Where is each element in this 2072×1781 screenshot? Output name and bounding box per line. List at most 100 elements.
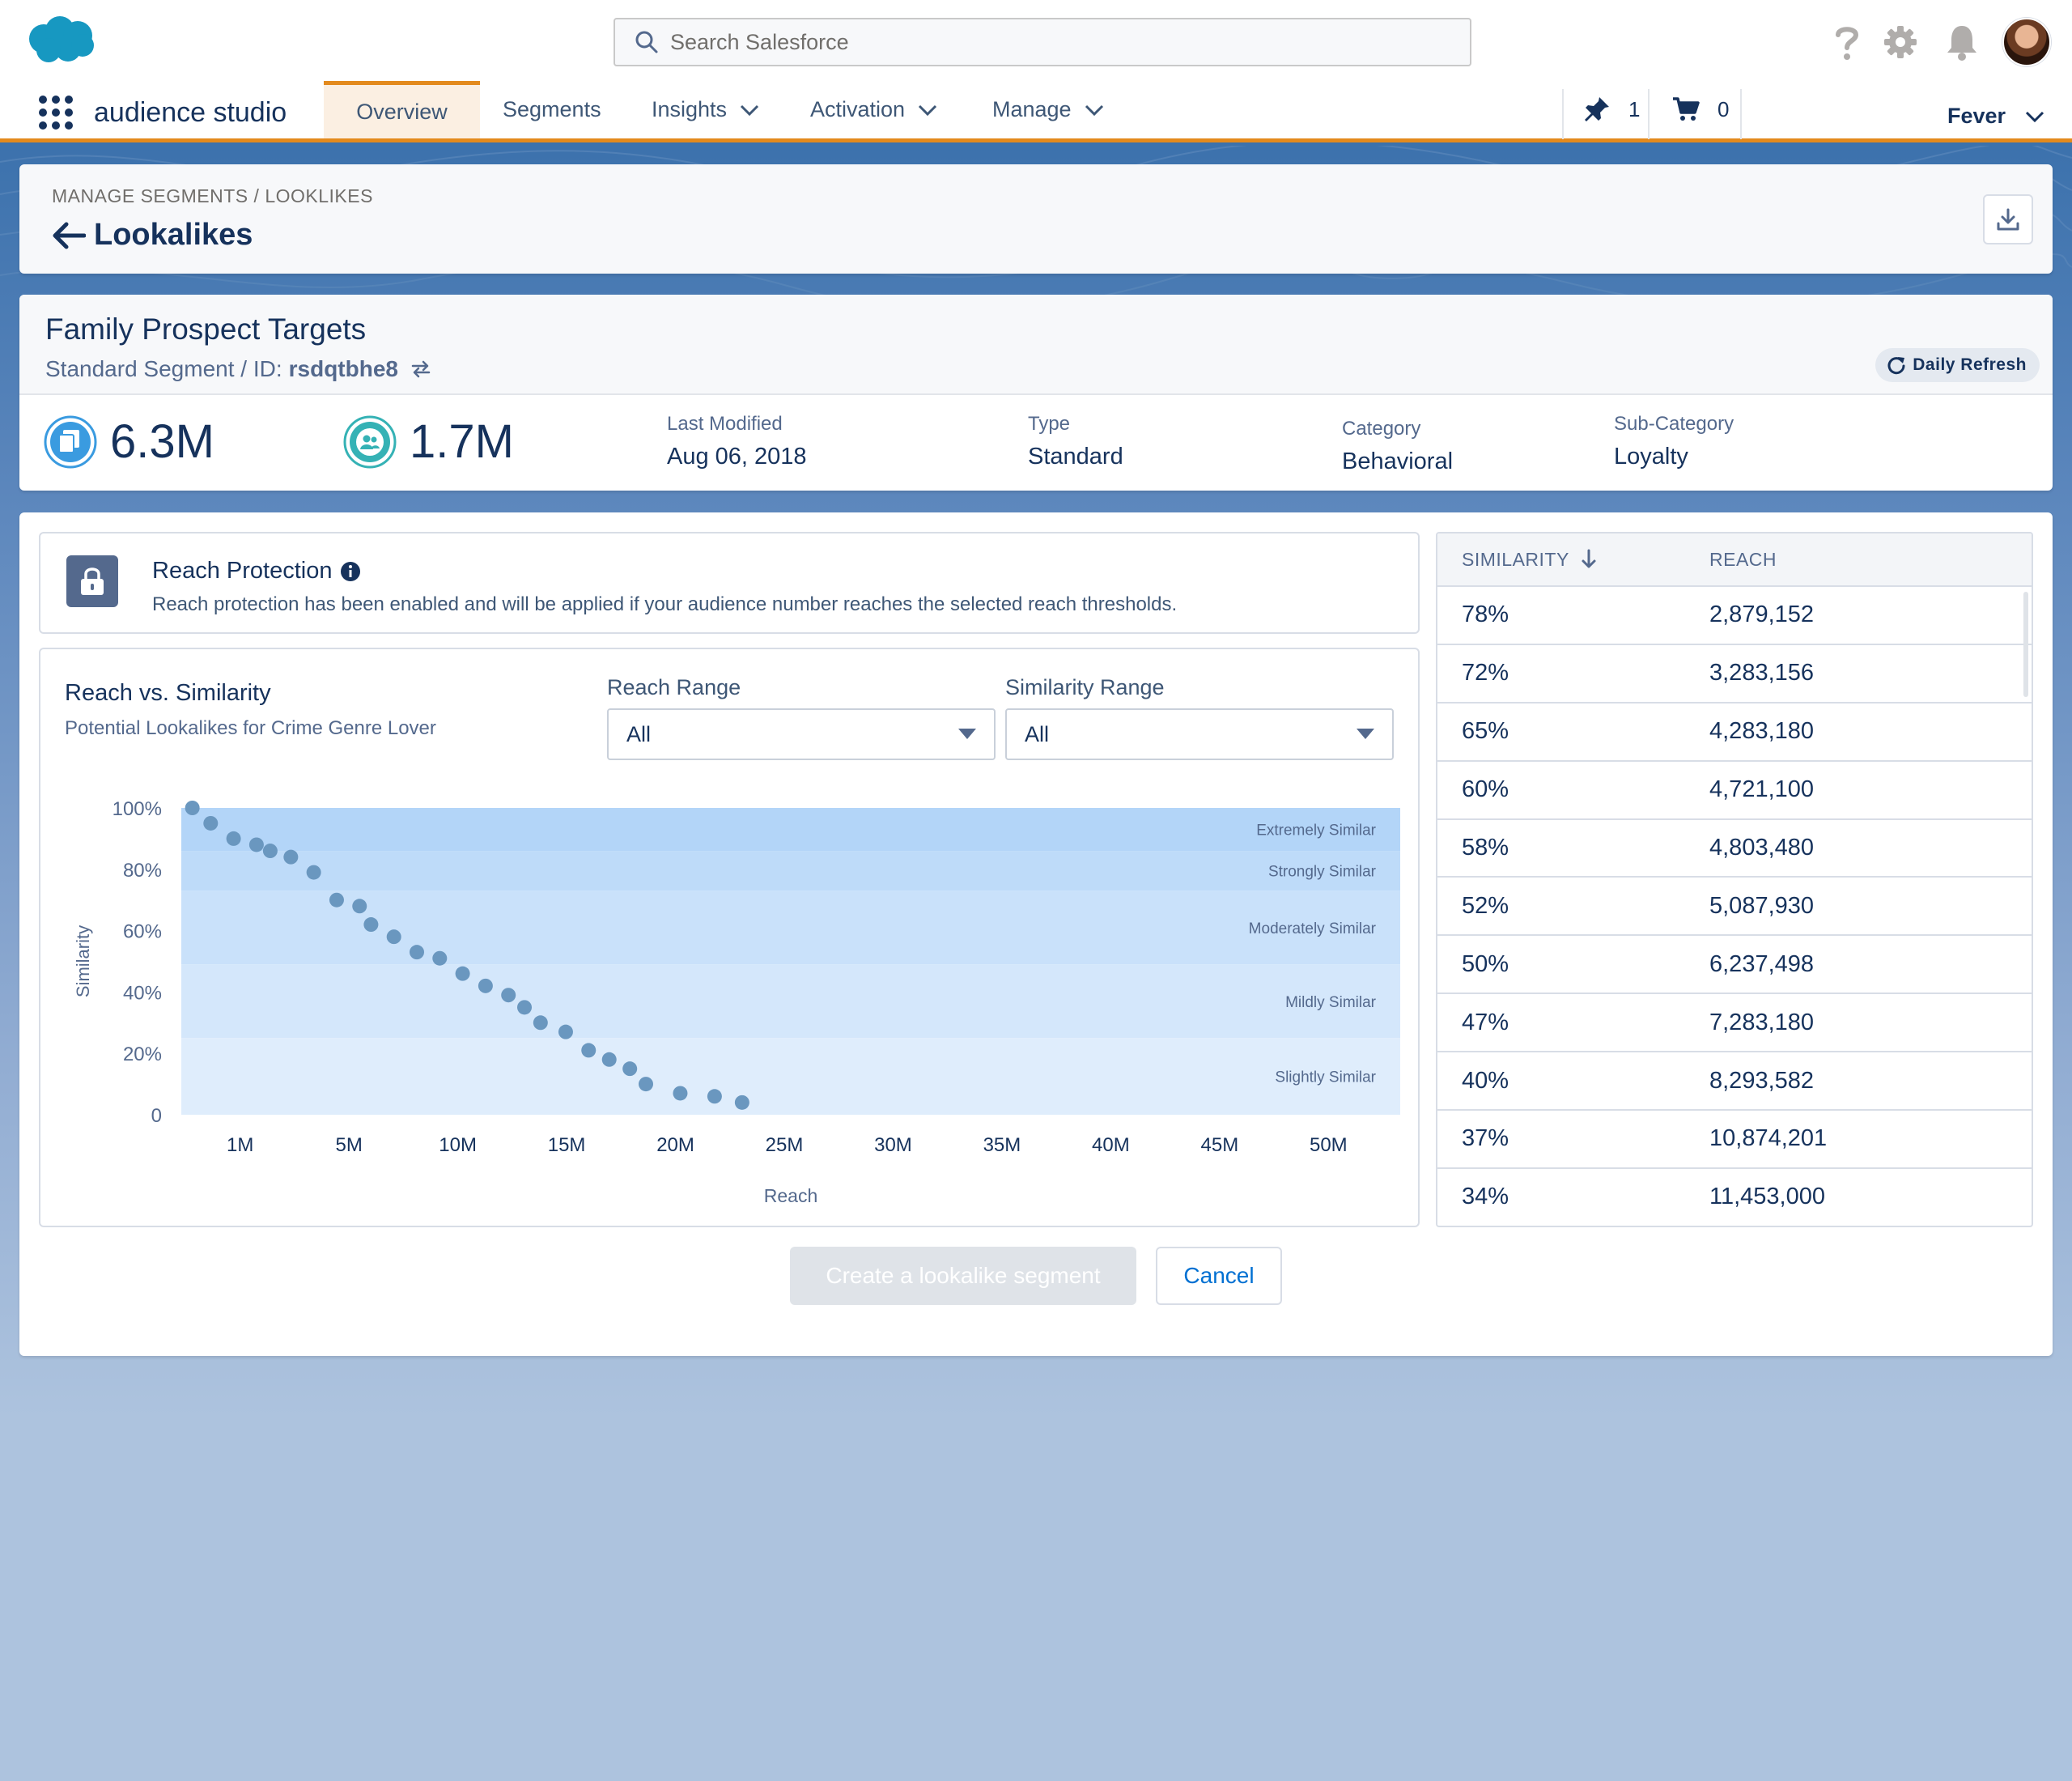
similarity-column-header[interactable]: SIMILARITY — [1437, 549, 1709, 571]
reach-vs-similarity-chart-card: Extremely Similar Strongly Similar Moderat… — [39, 648, 1420, 1227]
reach-cell: 5,087,930 — [1709, 892, 1815, 919]
chevron-down-icon — [741, 104, 759, 116]
app-launcher-icon[interactable] — [39, 96, 73, 130]
app-navbar: audience studio Overview Segments Insigh… — [0, 81, 2072, 142]
field-value: Aug 06, 2018 — [667, 444, 807, 470]
similarity-cell: 65% — [1462, 718, 1509, 745]
band-label: Slightly Similar — [1275, 1069, 1376, 1086]
x-axis-label: Reach — [764, 1185, 817, 1206]
table-row[interactable]: 37% 10,874,201 — [1437, 1111, 2032, 1169]
reach-column-header[interactable]: REACH — [1709, 549, 1777, 571]
x-tick-label: 25M — [766, 1134, 804, 1156]
y-axis-label: Similarity — [73, 925, 93, 997]
reach-cell: 4,721,100 — [1709, 776, 1815, 803]
field-category: Category Behavioral — [1342, 418, 1453, 475]
tab-manage[interactable]: Manage — [992, 81, 1104, 138]
daily-refresh-badge[interactable]: Daily Refresh — [1875, 348, 2040, 382]
info-icon[interactable] — [340, 561, 361, 582]
people-icon — [343, 415, 397, 468]
gear-icon[interactable] — [1883, 23, 1918, 62]
refresh-label: Daily Refresh — [1913, 355, 2027, 374]
x-tick-label: 40M — [1092, 1134, 1130, 1156]
reach-cell: 4,283,180 — [1709, 718, 1815, 745]
similarity-cell: 60% — [1462, 776, 1509, 803]
similarity-band — [181, 1038, 1400, 1115]
org-switcher[interactable]: Fever — [1947, 104, 2044, 129]
similarity-cell: 34% — [1462, 1184, 1509, 1210]
tab-insights[interactable]: Insights — [652, 81, 759, 138]
data-point — [707, 1089, 722, 1104]
similarity-cell: 40% — [1462, 1067, 1509, 1094]
tab-overview[interactable]: Overview — [324, 81, 480, 138]
table-row[interactable]: 65% 4,283,180 — [1437, 703, 2032, 762]
field-value: Behavioral — [1342, 448, 1454, 474]
data-point — [478, 978, 493, 993]
page-title: Lookalikes — [94, 218, 253, 252]
lock-icon — [81, 567, 104, 595]
table-header: SIMILARITY REACH — [1437, 533, 2032, 587]
table-row[interactable]: 72% 3,283,156 — [1437, 645, 2032, 703]
data-point — [501, 988, 516, 1003]
reach-cell: 4,803,480 — [1709, 835, 1815, 861]
back-arrow-icon[interactable] — [52, 221, 86, 250]
search-icon — [635, 31, 658, 53]
create-lookalike-button[interactable]: Create a lookalike segment — [790, 1247, 1136, 1305]
similarity-cell: 37% — [1462, 1125, 1509, 1152]
field-type: Type Standard — [1028, 413, 1123, 470]
cart-button[interactable]: 0 — [1672, 96, 1729, 123]
chevron-down-icon — [1085, 104, 1103, 116]
table-row[interactable]: 78% 2,879,152 — [1437, 587, 2032, 645]
band-label: Moderately Similar — [1249, 920, 1377, 937]
table-row[interactable]: 58% 4,803,480 — [1437, 820, 2032, 878]
band-label: Strongly Similar — [1268, 864, 1377, 881]
x-tick-label: 30M — [874, 1134, 912, 1156]
help-icon[interactable] — [1829, 23, 1865, 62]
data-point — [673, 1086, 688, 1101]
search-input[interactable]: Search Salesforce — [614, 18, 1471, 66]
reach-protection-title: Reach Protection — [152, 558, 361, 584]
page-header: MANAGE SEGMENTS / LOOKLIKES Lookalikes — [19, 164, 2053, 274]
similarity-range-select[interactable]: All — [1005, 708, 1394, 760]
table-row[interactable]: 60% 4,721,100 — [1437, 762, 2032, 820]
x-tick-label: 1M — [227, 1134, 253, 1156]
chart-subtitle: Potential Lookalikes for Crime Genre Lov… — [65, 717, 436, 739]
swap-icon[interactable] — [410, 359, 432, 379]
reach-range-select[interactable]: All — [607, 708, 996, 760]
search-placeholder: Search Salesforce — [670, 29, 849, 54]
download-button[interactable] — [1983, 194, 2033, 244]
user-avatar[interactable] — [2002, 18, 2051, 66]
chart-title: Reach vs. Similarity — [65, 680, 271, 706]
band-label: Extremely Similar — [1256, 822, 1376, 839]
lock-icon-tile — [66, 555, 118, 607]
data-point — [226, 831, 241, 846]
scrollbar[interactable] — [2023, 592, 2028, 697]
data-point — [306, 865, 321, 880]
nav-divider — [1562, 89, 1564, 139]
band-label: Mildly Similar — [1285, 994, 1377, 1011]
breadcrumb[interactable]: MANAGE SEGMENTS / LOOKLIKES — [52, 185, 373, 207]
data-point — [581, 1043, 597, 1058]
table-row[interactable]: 50% 6,237,498 — [1437, 936, 2032, 995]
x-tick-label: 5M — [335, 1134, 362, 1156]
chevron-down-icon — [2026, 111, 2044, 122]
reach-cell: 11,453,000 — [1709, 1184, 1825, 1210]
population-value: 6.3M — [110, 415, 214, 468]
similarity-cell: 47% — [1462, 1009, 1509, 1035]
table-row[interactable]: 40% 8,293,582 — [1437, 1052, 2032, 1112]
nav-divider — [1648, 89, 1650, 139]
data-point — [410, 945, 424, 960]
bell-icon[interactable] — [1944, 23, 1980, 62]
similarity-band — [181, 964, 1400, 1039]
table-row[interactable]: 47% 7,283,180 — [1437, 994, 2032, 1053]
salesforce-logo-icon[interactable] — [26, 15, 97, 66]
cancel-button[interactable]: Cancel — [1156, 1247, 1282, 1305]
population-metric: 6.3M — [44, 414, 214, 469]
tab-segments[interactable]: Segments — [503, 81, 601, 138]
tab-activation[interactable]: Activation — [810, 81, 937, 138]
table-row[interactable]: 34% 11,453,000 — [1437, 1169, 2032, 1226]
org-name: Fever — [1947, 104, 2006, 128]
x-tick-label: 15M — [548, 1134, 586, 1156]
table-row[interactable]: 52% 5,087,930 — [1437, 878, 2032, 937]
column-label: REACH — [1709, 548, 1777, 570]
pinned-items-button[interactable]: 1 — [1583, 96, 1640, 123]
